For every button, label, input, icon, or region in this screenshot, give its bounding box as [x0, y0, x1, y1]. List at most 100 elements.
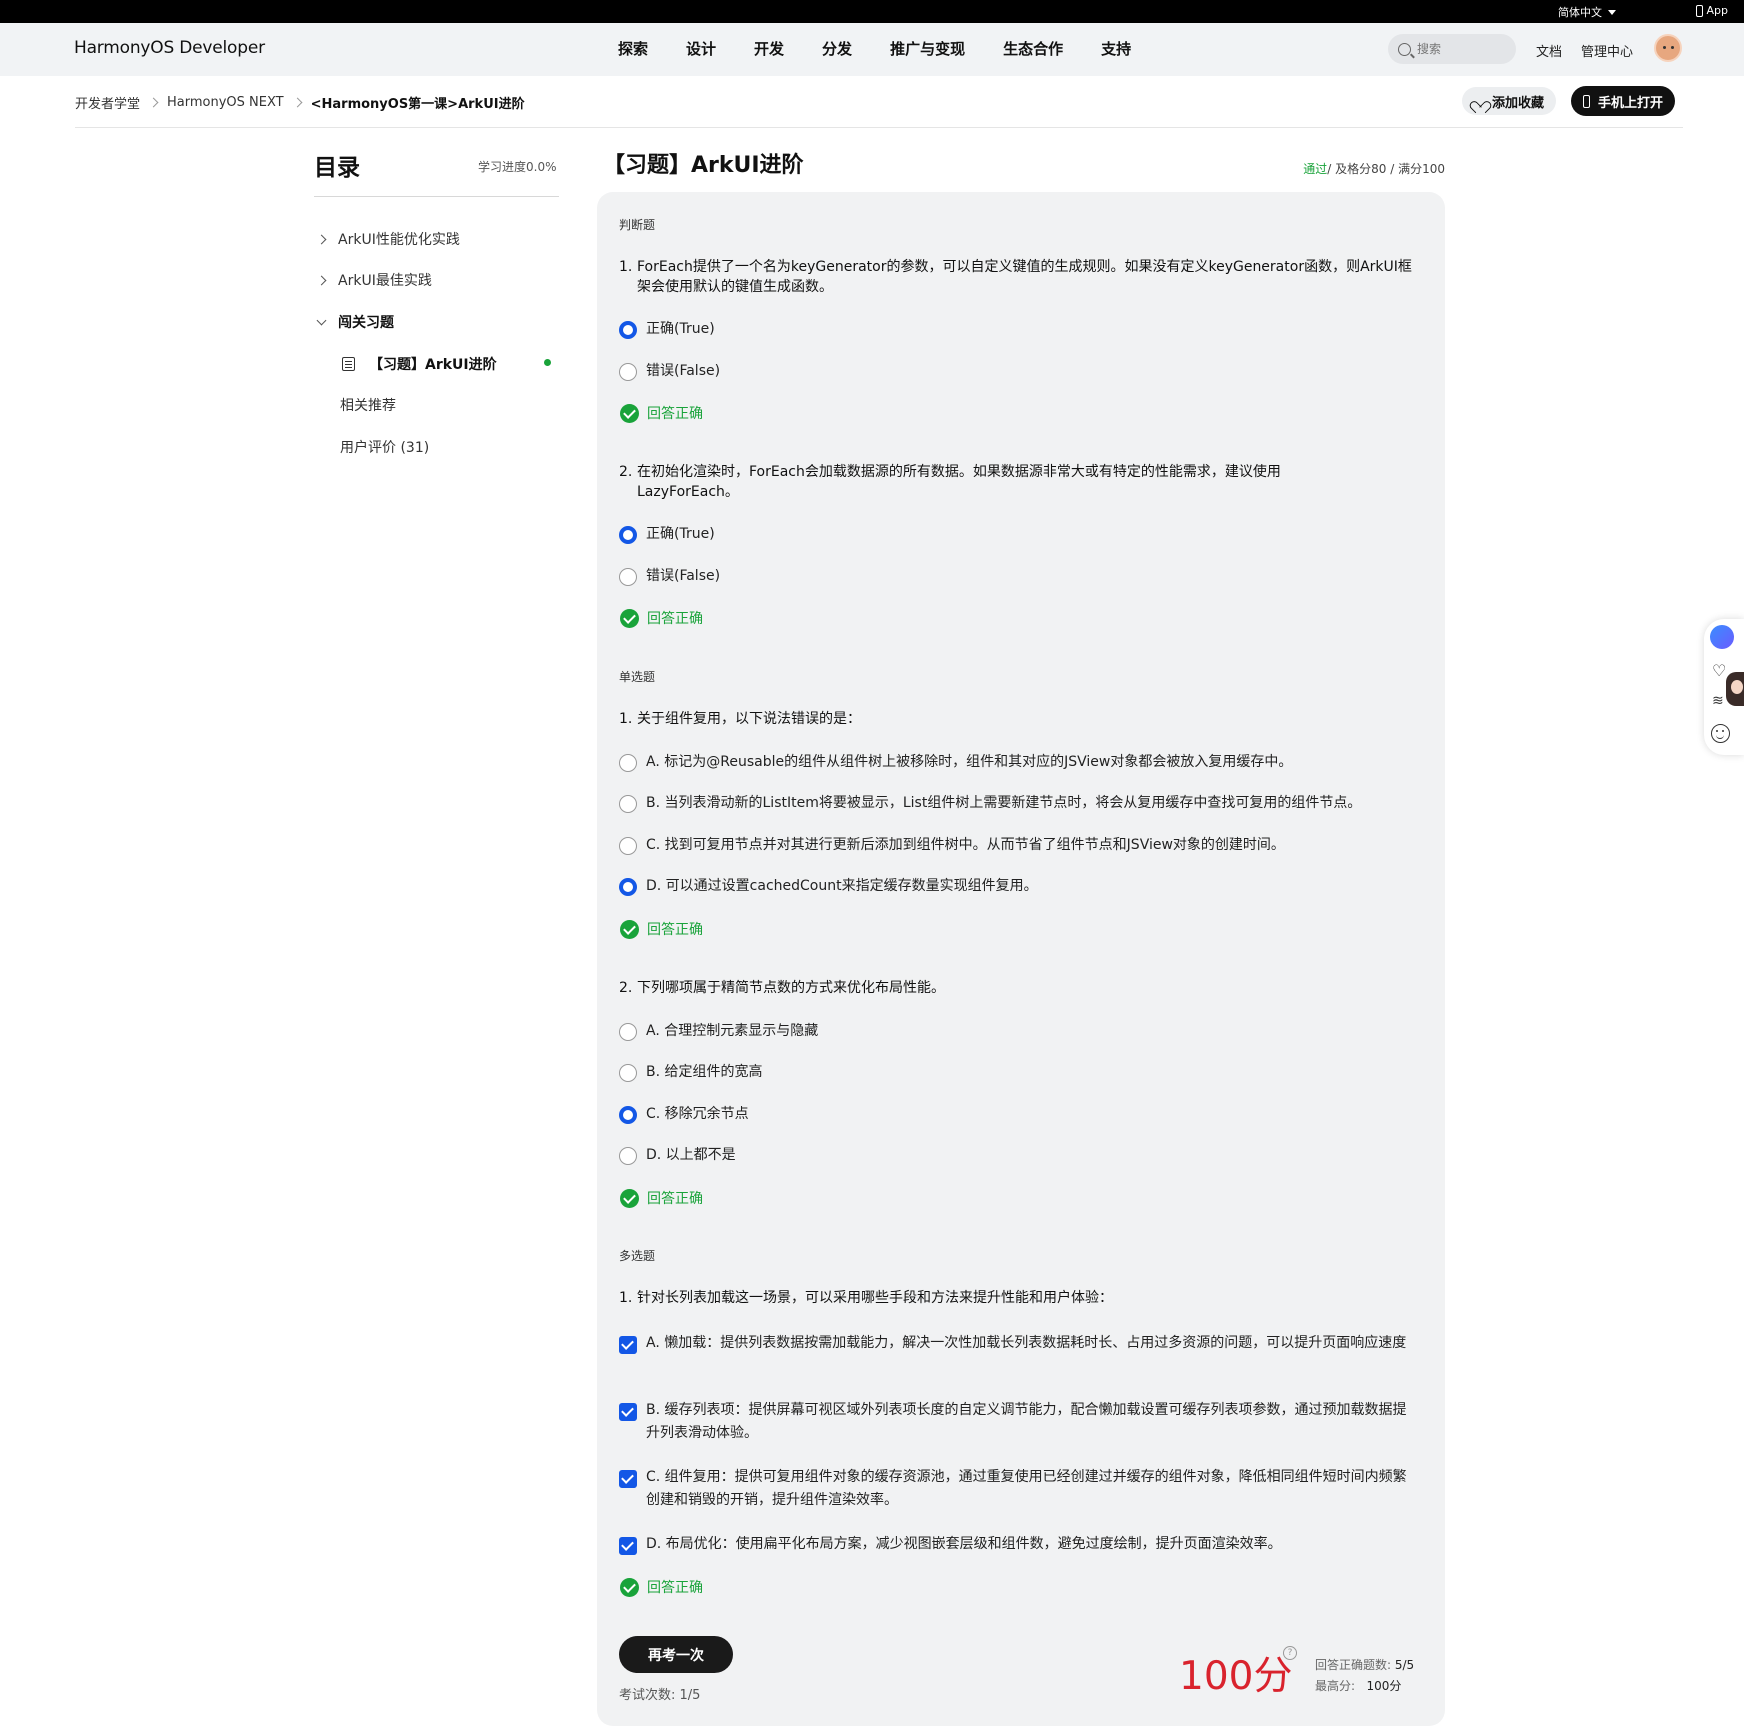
checkbox-checked[interactable]: [619, 1470, 637, 1488]
layers-icon[interactable]: ≋: [1712, 693, 1724, 709]
option-true[interactable]: 正确(True): [619, 318, 1419, 341]
search-icon: [1398, 42, 1411, 56]
answer-correct-label: 回答正确: [647, 1191, 703, 1207]
phone-icon: [1695, 4, 1703, 17]
option-false[interactable]: 错误(False): [619, 565, 1419, 588]
breadcrumb-item-next[interactable]: HarmonyOS NEXT: [167, 95, 284, 110]
answer-correct-label: 回答正确: [647, 922, 703, 938]
radio-unselected[interactable]: [619, 837, 637, 855]
option-label: 错误(False): [646, 363, 721, 379]
page-title: 【习题】ArkUI进阶: [603, 153, 804, 178]
document-icon: [342, 357, 355, 371]
radio-selected[interactable]: [619, 1106, 637, 1124]
option-d[interactable]: D. 以上都不是: [619, 1144, 1419, 1167]
radio-selected[interactable]: [619, 321, 637, 339]
toc-item-exercise[interactable]: 【习题】ArkUI进阶: [342, 354, 497, 374]
option-c[interactable]: C. 找到可复用节点并对其进行更新后添加到组件树中。从而节省了组件节点和JSVi…: [619, 834, 1419, 857]
question-text: 1. ForEach提供了一个名为keyGenerator的参数，可以自定义键值…: [619, 257, 1414, 297]
nav-item-promote[interactable]: 推广与变现: [890, 38, 965, 59]
site-logo[interactable]: HarmonyOS Developer: [74, 38, 265, 58]
check-circle-icon: [620, 919, 639, 939]
option-a[interactable]: A. 懒加载：提供列表数据按需加载能力，解决一次性加载长列表数据耗时长、占用过多…: [619, 1332, 1409, 1355]
option-d[interactable]: D. 可以通过设置cachedCount来指定缓存数量实现组件复用。: [619, 875, 1419, 898]
option-label: A. 标记为@Reusable的组件从组件树上被移除时，组件和其对应的JSVie…: [646, 754, 1293, 770]
radio-unselected[interactable]: [619, 795, 637, 813]
option-c[interactable]: C. 移除冗余节点: [619, 1103, 1419, 1126]
toc-item-best-practice[interactable]: ArkUI最佳实践: [316, 270, 432, 290]
app-link[interactable]: App: [1695, 4, 1728, 17]
toc-item-challenges[interactable]: 闯关习题: [316, 312, 394, 332]
check-circle-icon: [620, 403, 639, 423]
heart-icon[interactable]: ♡: [1712, 661, 1726, 680]
attempts-count: 考试次数: 1/5: [619, 1688, 701, 1703]
option-b[interactable]: B. 缓存列表项：提供屏幕可视区域外列表项长度的自定义调节能力，配合懒加载设置可…: [619, 1399, 1409, 1445]
option-true[interactable]: 正确(True): [619, 523, 1419, 546]
section-label-single: 单选题: [619, 670, 656, 684]
admin-center-link[interactable]: 管理中心: [1581, 41, 1633, 60]
check-circle-icon: [620, 608, 639, 628]
answer-correct-badge: 回答正确: [620, 403, 703, 423]
phone-icon: [1583, 94, 1590, 108]
option-label: C. 找到可复用节点并对其进行更新后添加到组件树中。从而节省了组件节点和JSVi…: [646, 837, 1285, 853]
radio-unselected[interactable]: [619, 363, 637, 381]
answer-correct-badge: 回答正确: [620, 1577, 703, 1597]
option-label: B. 给定组件的宽高: [646, 1064, 763, 1080]
toc-item-label: 闯关习题: [338, 315, 394, 331]
divider: [75, 127, 1683, 128]
toc-item-recommend[interactable]: 相关推荐: [340, 395, 396, 415]
option-b[interactable]: B. 给定组件的宽高: [619, 1061, 1419, 1084]
toc-item-label: ArkUI性能优化实践: [338, 232, 460, 248]
pass-line: / 及格分80: [1327, 162, 1387, 176]
open-on-mobile-label: 手机上打开: [1598, 95, 1664, 111]
breadcrumb-item-academy[interactable]: 开发者学堂: [75, 93, 140, 112]
search-box[interactable]: [1388, 34, 1516, 64]
option-a[interactable]: A. 合理控制元素显示与隐藏: [619, 1020, 1419, 1043]
toc-item-reviews[interactable]: 用户评价 (31): [340, 437, 429, 457]
answer-correct-badge: 回答正确: [620, 919, 703, 939]
smiley-icon[interactable]: [1711, 724, 1730, 743]
radio-selected[interactable]: [619, 526, 637, 544]
option-c[interactable]: C. 组件复用：提供可复用组件对象的缓存资源池，通过重复使用已经创建过并缓存的组…: [619, 1466, 1409, 1512]
checkbox-checked[interactable]: [619, 1336, 637, 1354]
question-body: 在初始化渲染时，ForEach会加载数据源的所有数据。如果数据源非常大或有特定的…: [637, 464, 1281, 500]
nav-item-design[interactable]: 设计: [686, 38, 716, 59]
answer-correct-badge: 回答正确: [620, 608, 703, 628]
add-favorite-button[interactable]: 添加收藏: [1462, 87, 1557, 115]
checkbox-checked[interactable]: [619, 1403, 637, 1421]
question-body: 针对长列表加载这一场景，可以采用哪些手段和方法来提升性能和用户体验：: [637, 1290, 1113, 1306]
radio-unselected[interactable]: [619, 1023, 637, 1041]
nav-item-explore[interactable]: 探索: [618, 38, 648, 59]
radio-unselected[interactable]: [619, 1064, 637, 1082]
assistant-icon[interactable]: [1710, 625, 1734, 649]
mascot-avatar[interactable]: [1726, 672, 1744, 706]
nav-item-distribute[interactable]: 分发: [822, 38, 852, 59]
radio-unselected[interactable]: [619, 1147, 637, 1165]
nav-item-support[interactable]: 支持: [1101, 38, 1131, 59]
nav-item-ecosystem[interactable]: 生态合作: [1003, 38, 1063, 59]
checkbox-checked[interactable]: [619, 1537, 637, 1555]
option-label: 正确(True): [646, 526, 715, 542]
option-false[interactable]: 错误(False): [619, 360, 1419, 383]
search-input[interactable]: [1417, 42, 1497, 56]
main-nav: 探索 设计 开发 分发 推广与变现 生态合作 支持: [618, 38, 1169, 59]
toc-item-perf[interactable]: ArkUI性能优化实践: [316, 229, 460, 249]
docs-link[interactable]: 文档: [1536, 41, 1562, 60]
avatar[interactable]: [1654, 34, 1682, 62]
language-switcher[interactable]: 简体中文: [1558, 4, 1616, 20]
help-icon[interactable]: ?: [1283, 1646, 1297, 1660]
open-on-mobile-button[interactable]: 手机上打开: [1571, 86, 1676, 116]
option-a[interactable]: A. 标记为@Reusable的组件从组件树上被移除时，组件和其对应的JSVie…: [619, 751, 1419, 774]
learning-progress: 学习进度0.0%: [478, 160, 557, 174]
radio-unselected[interactable]: [619, 568, 637, 586]
retake-exam-button[interactable]: 再考一次: [619, 1636, 733, 1673]
radio-unselected[interactable]: [619, 754, 637, 772]
option-b[interactable]: B. 当列表滑动新的ListItem将要被显示，List组件树上需要新建节点时，…: [619, 792, 1419, 815]
question-number: 2.: [619, 980, 633, 996]
nav-item-develop[interactable]: 开发: [754, 38, 784, 59]
section-label-multi: 多选题: [619, 1249, 656, 1263]
question-text: 2. 在初始化渲染时，ForEach会加载数据源的所有数据。如果数据源非常大或有…: [619, 462, 1379, 502]
option-d[interactable]: D. 布局优化：使用扁平化布局方案，减少视图嵌套层级和组件数，避免过度绘制，提升…: [619, 1533, 1409, 1556]
option-label: C. 组件复用：提供可复用组件对象的缓存资源池，通过重复使用已经创建过并缓存的组…: [646, 1469, 1407, 1508]
answer-correct-label: 回答正确: [647, 406, 703, 422]
radio-selected[interactable]: [619, 878, 637, 896]
